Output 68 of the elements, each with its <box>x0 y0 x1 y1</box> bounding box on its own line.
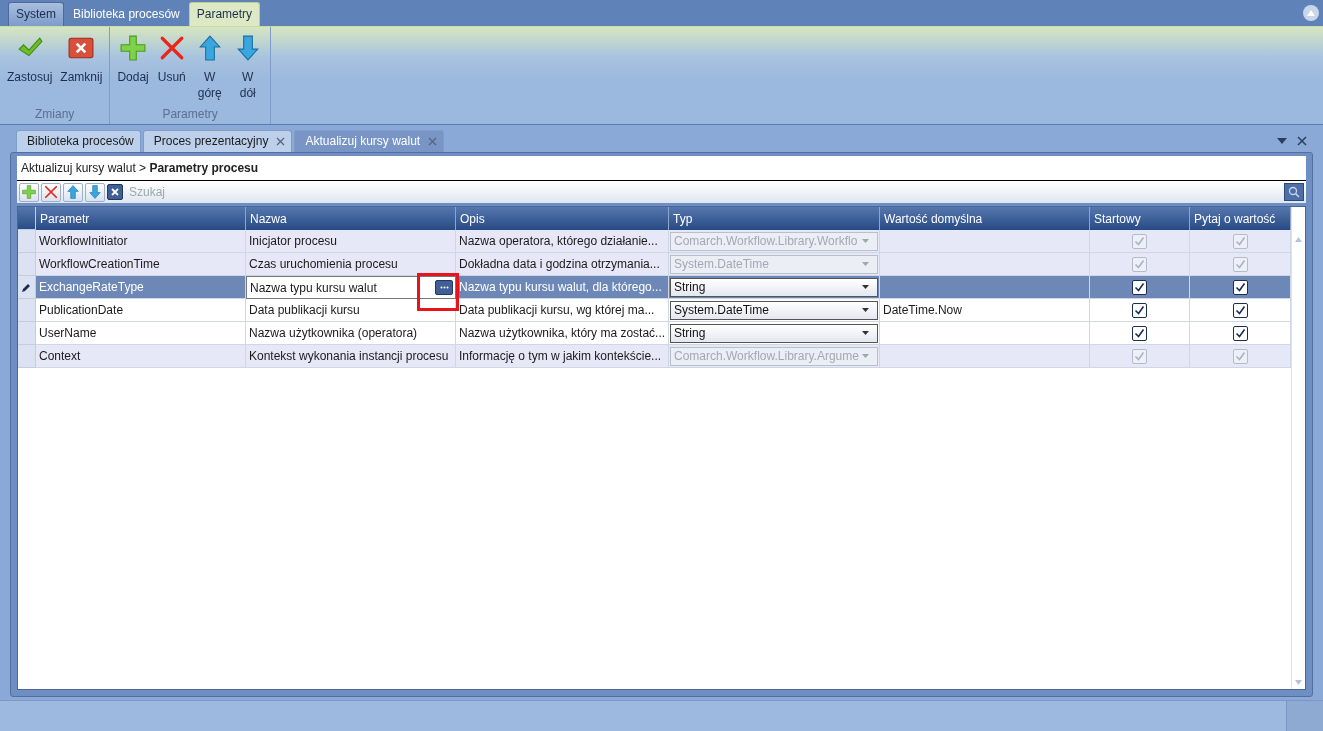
table-row[interactable]: PublicationDate Data publikacji kursu Data publikacji kursu, wg której ma... System.DateTime DateTime.Now <box>18 299 1291 322</box>
row-header[interactable] <box>18 276 36 299</box>
up-arrow-icon <box>66 185 80 199</box>
ribbon-button[interactable]: Zamknij <box>57 35 106 107</box>
caret-icon <box>862 262 869 266</box>
cross-icon <box>158 35 185 61</box>
down-arrow-icon <box>88 185 102 199</box>
ribbon-button[interactable]: Dodaj <box>114 35 152 107</box>
table-row[interactable]: ExchangeRateType Nazwa typu kursu walut Nazwa typu kursu walut, dla którego... String <box>18 276 1291 299</box>
checkbox[interactable] <box>1232 302 1248 318</box>
ribbon-button[interactable]: Usuń <box>153 35 190 107</box>
ellipsis-icon <box>439 286 449 289</box>
caret-icon <box>862 331 869 335</box>
table-cell: DateTime.Now <box>883 303 962 317</box>
type-dropdown[interactable]: String <box>670 277 878 297</box>
group-label: Zmiany <box>34 107 76 123</box>
caret-icon <box>862 308 869 312</box>
plus-icon <box>120 35 147 61</box>
ribbon-button[interactable]: W dół <box>229 35 266 107</box>
collapse-ribbon-icon[interactable] <box>1303 5 1319 21</box>
toolbar-button[interactable] <box>63 182 83 202</box>
checkbox[interactable] <box>1132 302 1147 318</box>
text-editor-field[interactable]: Nazwa typu kursu walut <box>246 276 456 299</box>
scroll-down-icon[interactable] <box>1295 680 1302 685</box>
checkbox[interactable] <box>1132 325 1147 341</box>
scroll-up-icon[interactable] <box>1295 237 1302 242</box>
ribbon-button[interactable]: Zastosuj <box>4 35 56 107</box>
caret-icon <box>862 239 869 243</box>
caret-icon <box>862 285 869 289</box>
resize-grip[interactable] <box>1286 701 1323 731</box>
search-icon <box>1288 186 1300 198</box>
dropdown-icon[interactable] <box>1277 138 1287 144</box>
table-cell: Informację o tym w jakim kontekście... <box>456 345 669 368</box>
caret-icon <box>862 354 869 358</box>
group-label: Parametry <box>161 107 219 123</box>
search-button[interactable] <box>1284 183 1304 201</box>
close-icon[interactable] <box>428 136 438 146</box>
down-arrow-icon <box>234 35 261 61</box>
close-icon <box>68 35 95 61</box>
application-menu-tab[interactable]: System <box>8 2 64 26</box>
close-icon[interactable] <box>276 136 286 146</box>
toolbar-button[interactable] <box>41 182 61 202</box>
tab-label: Biblioteka procesów <box>27 134 134 148</box>
tab-label: Aktualizuj kursy walut <box>305 134 421 148</box>
ellipsis-button[interactable] <box>435 280 453 295</box>
breadcrumb: Aktualizuj kursy walut > Parametry procesu <box>17 156 1306 180</box>
up-arrow-icon <box>196 35 223 61</box>
table-cell: Context <box>36 345 246 368</box>
document-tab[interactable]: Biblioteka procesów <box>16 130 141 152</box>
close-icon[interactable] <box>1297 136 1307 146</box>
vertical-scrollbar[interactable] <box>1291 207 1305 689</box>
ribbon-tab[interactable]: Parametry <box>188 2 261 26</box>
type-dropdown[interactable]: String <box>670 323 878 343</box>
type-dropdown[interactable]: System.DateTime <box>670 300 878 320</box>
cross-icon <box>44 185 58 199</box>
toolbar-button[interactable] <box>19 182 39 202</box>
checkbox[interactable] <box>1132 279 1147 295</box>
checkbox[interactable] <box>1232 325 1248 341</box>
plus-icon <box>22 185 36 199</box>
checkbox[interactable] <box>1232 279 1248 295</box>
ribbon-button[interactable]: W górę <box>191 35 228 107</box>
tab-label: Proces prezentacyjny <box>153 134 269 148</box>
table-cell: Kontekst wykonania instancji procesu <box>246 345 456 368</box>
ribbon-tab[interactable]: Biblioteka procesów <box>66 3 187 26</box>
table-row[interactable]: UserName Nazwa użytkownika (operatora) Nazwa użytkownika, który ma zostać... String <box>18 322 1291 345</box>
clear-search-button[interactable] <box>107 184 123 200</box>
close-icon <box>110 187 120 197</box>
document-tab[interactable]: Proces prezentacyjny <box>142 130 293 152</box>
